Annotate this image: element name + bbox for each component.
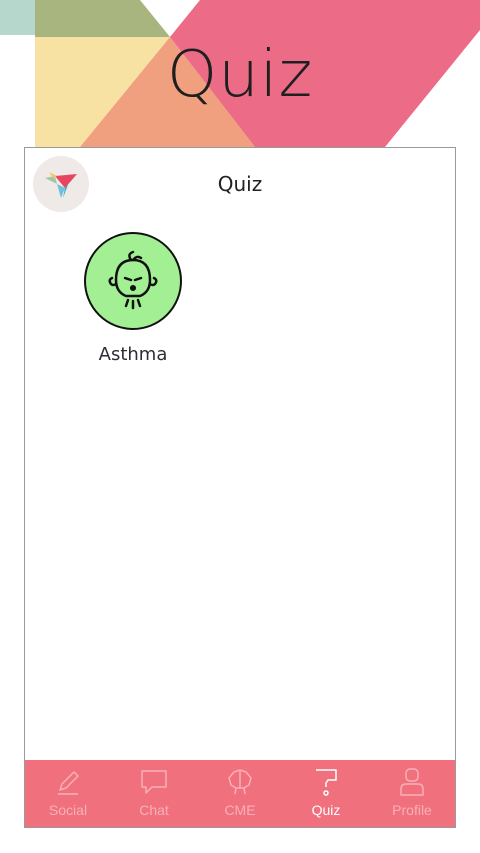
tab-cme[interactable]: CME [197, 760, 283, 827]
quiz-item-label: Asthma [98, 344, 168, 365]
question-icon [316, 769, 337, 796]
tab-quiz-label: Quiz [311, 802, 341, 818]
tab-chat-label: Chat [139, 802, 169, 818]
tab-cme-label: CME [224, 802, 256, 818]
bottom-tab-bar: Social Chat CME Quiz Profile [25, 760, 455, 827]
baby-coughing-icon [84, 232, 182, 330]
tab-profile[interactable]: Profile [369, 760, 455, 827]
app-screen: Quiz Asthma Social Chat CME Quiz Profile [24, 147, 456, 828]
page-hero-title: Quiz [166, 38, 314, 112]
tab-social-label: Social [48, 802, 88, 818]
tab-quiz[interactable]: Quiz [283, 760, 369, 827]
quiz-item-asthma[interactable]: Asthma [81, 232, 185, 365]
screen-title: Quiz [217, 172, 263, 196]
tab-profile-label: Profile [392, 802, 432, 818]
tab-chat[interactable]: Chat [111, 760, 197, 827]
chat-bubble-icon [141, 770, 167, 794]
pencil-icon [58, 771, 79, 795]
person-icon [400, 768, 424, 796]
brain-icon [228, 769, 252, 795]
tab-social[interactable]: Social [25, 760, 111, 827]
